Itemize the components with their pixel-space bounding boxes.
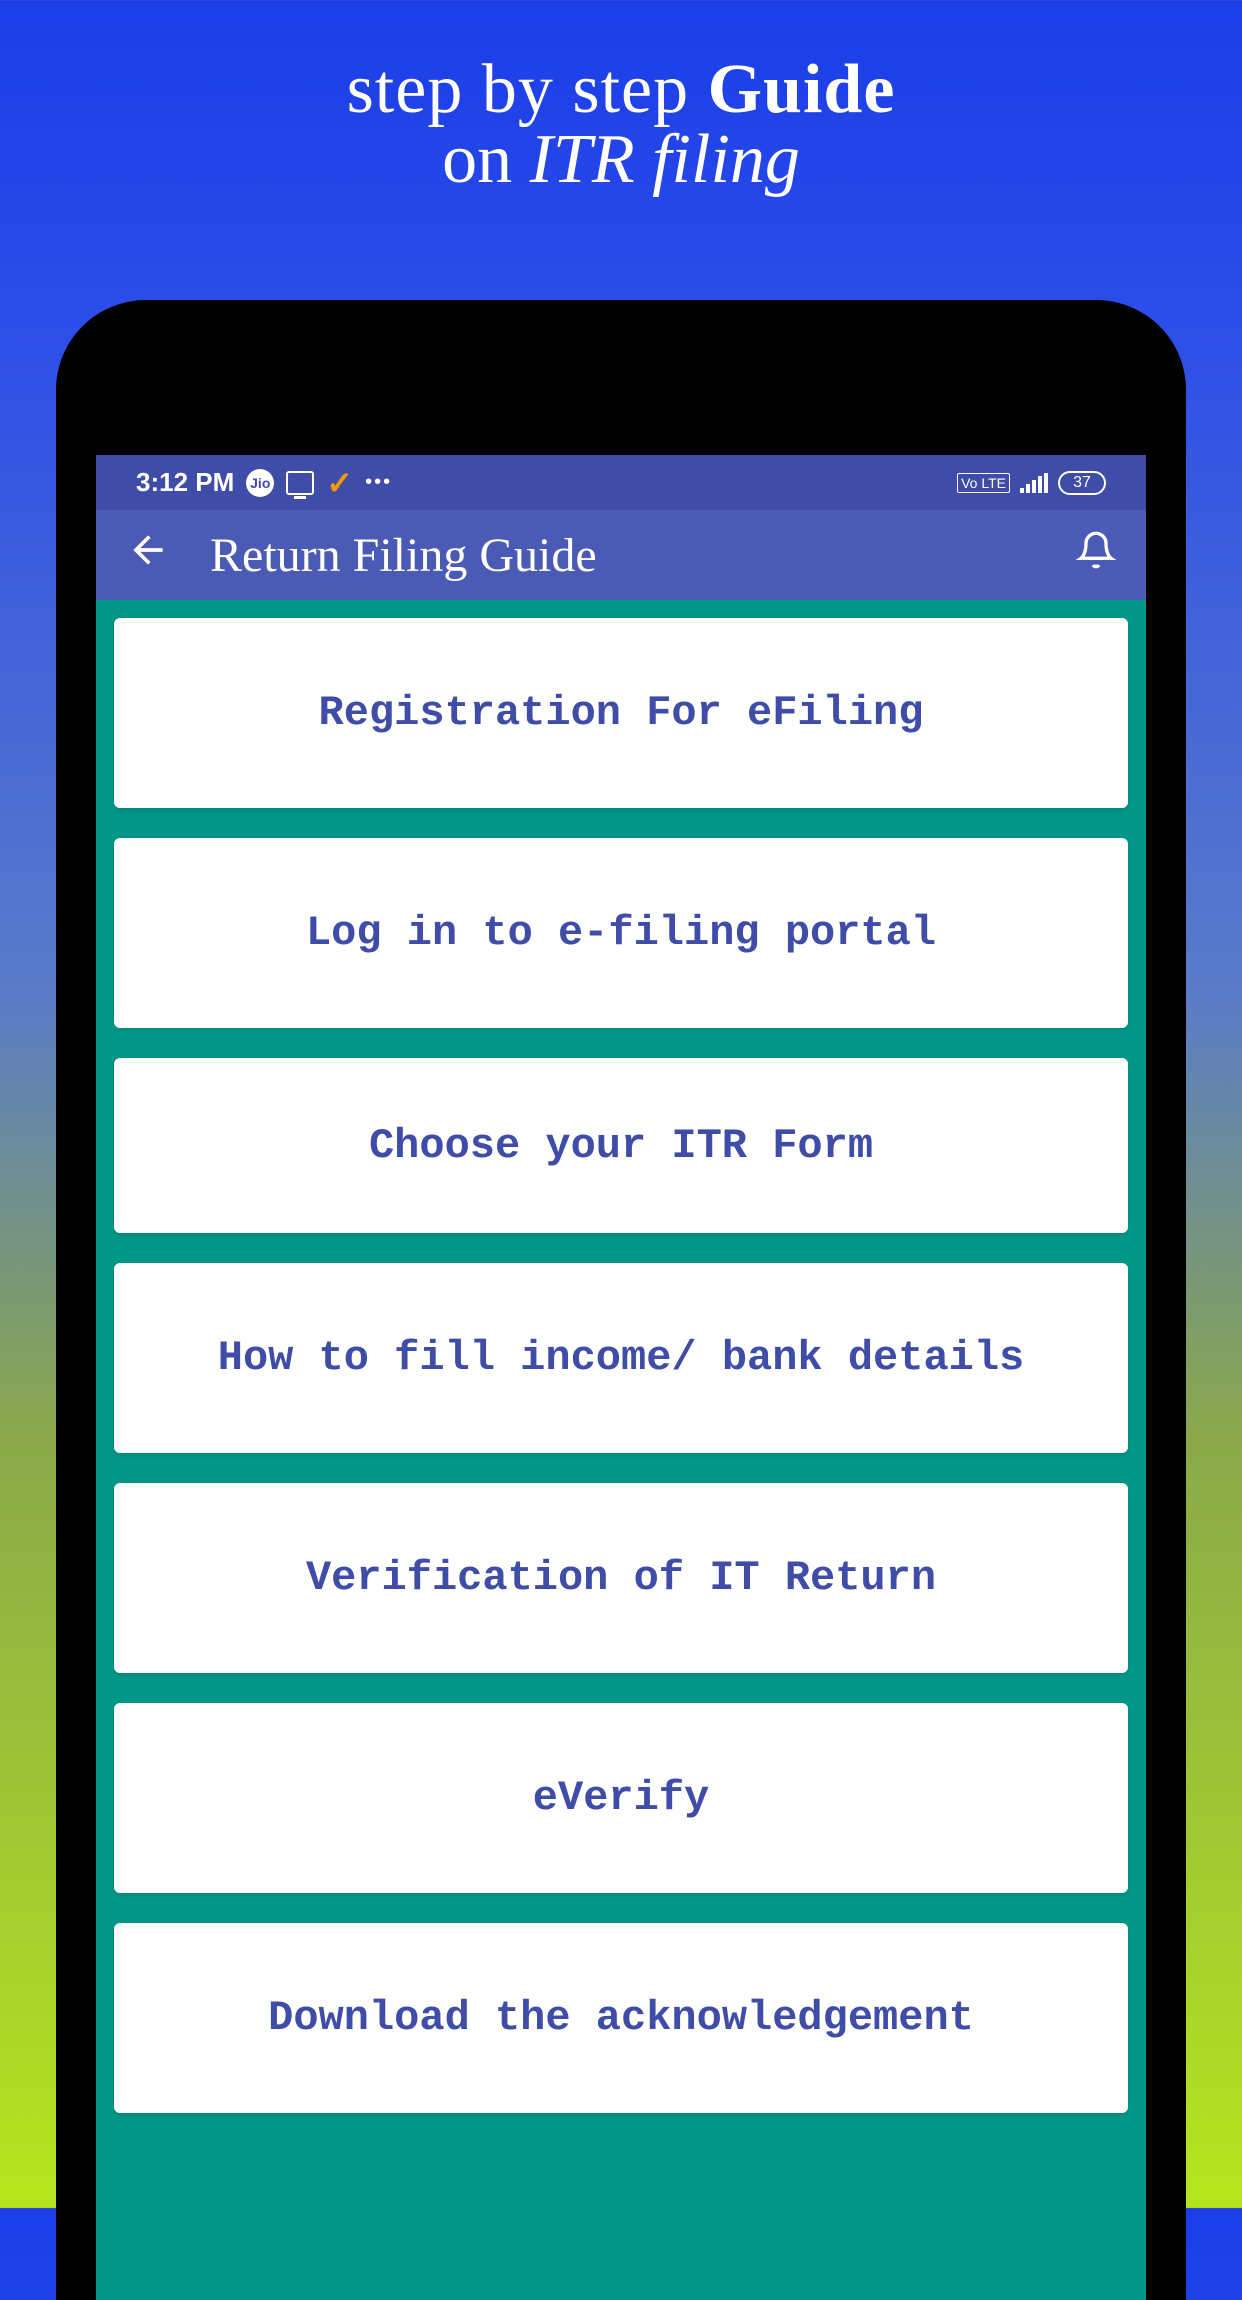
notification-bell-icon[interactable] bbox=[1076, 530, 1116, 580]
promo-line2-italic: ITR filing bbox=[530, 121, 800, 198]
promo-line2-normal: on bbox=[442, 121, 530, 198]
status-bar-right: Vo LTE 37 bbox=[957, 471, 1106, 495]
battery-icon: 37 bbox=[1058, 471, 1106, 495]
list-item-label: Verification of IT Return bbox=[306, 1554, 936, 1602]
promo-line1-bold: Guide bbox=[708, 51, 896, 128]
back-arrow-icon[interactable] bbox=[126, 528, 170, 583]
promo-line2: on ITR filing bbox=[0, 120, 1242, 200]
list-item-login[interactable]: Log in to e-filing portal bbox=[114, 838, 1128, 1028]
more-dots-icon: ••• bbox=[365, 471, 392, 494]
list-item-fill-details[interactable]: How to fill income/ bank details bbox=[114, 1263, 1128, 1453]
list-item-label: Choose your ITR Form bbox=[369, 1122, 873, 1170]
app-bar: Return Filing Guide bbox=[96, 510, 1146, 600]
list-item-label: Download the acknowledgement bbox=[268, 1994, 974, 2042]
cast-icon bbox=[286, 471, 314, 495]
list-item-label: Registration For eFiling bbox=[319, 689, 924, 737]
checkmark-icon: ✓ bbox=[326, 464, 353, 502]
jio-icon: Jio bbox=[246, 469, 274, 497]
signal-icon bbox=[1020, 473, 1048, 493]
list-item-verification[interactable]: Verification of IT Return bbox=[114, 1483, 1128, 1673]
list-item-choose-form[interactable]: Choose your ITR Form bbox=[114, 1058, 1128, 1233]
list-item-registration[interactable]: Registration For eFiling bbox=[114, 618, 1128, 808]
promo-line1-normal: step by step bbox=[347, 51, 708, 128]
list-item-download[interactable]: Download the acknowledgement bbox=[114, 1923, 1128, 2113]
promo-header: step by step Guide on ITR filing bbox=[0, 0, 1242, 200]
list-item-everify[interactable]: eVerify bbox=[114, 1703, 1128, 1893]
list-item-label: How to fill income/ bank details bbox=[218, 1334, 1025, 1382]
status-bar: 3:12 PM Jio ✓ ••• Vo LTE 37 bbox=[96, 455, 1146, 510]
phone-screen: 3:12 PM Jio ✓ ••• Vo LTE 37 bbox=[96, 455, 1146, 2300]
promo-line1: step by step Guide bbox=[0, 50, 1242, 130]
list-item-label: Log in to e-filing portal bbox=[306, 909, 936, 957]
list-item-label: eVerify bbox=[533, 1774, 709, 1822]
guide-list: Registration For eFiling Log in to e-fil… bbox=[96, 600, 1146, 2131]
status-time: 3:12 PM bbox=[136, 467, 234, 498]
volte-icon: Vo LTE bbox=[957, 473, 1010, 493]
status-bar-left: 3:12 PM Jio ✓ ••• bbox=[136, 464, 392, 502]
phone-frame: 3:12 PM Jio ✓ ••• Vo LTE 37 bbox=[56, 300, 1186, 2300]
page-title: Return Filing Guide bbox=[210, 528, 1076, 583]
